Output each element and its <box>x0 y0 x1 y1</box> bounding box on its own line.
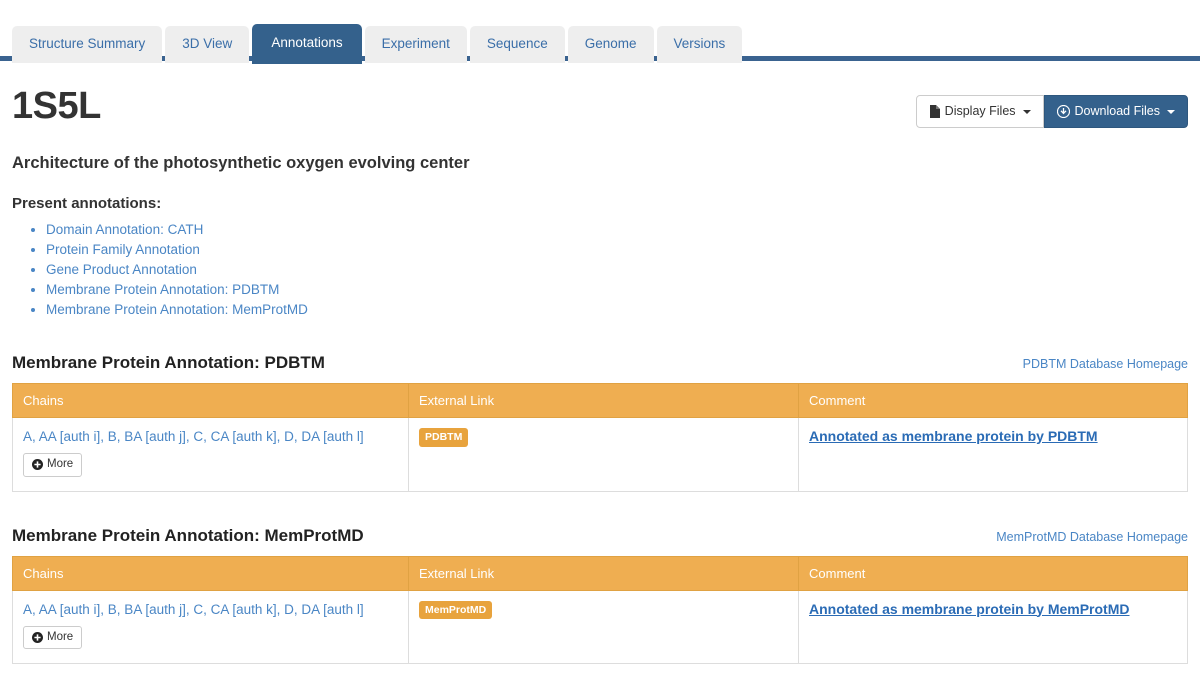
chains-value: A, AA [auth i], B, BA [auth j], C, CA [a… <box>23 429 364 444</box>
tab-sequence[interactable]: Sequence <box>469 26 565 63</box>
table-header-row: Chains External Link Comment <box>12 555 1188 591</box>
more-chains-button[interactable]: More <box>23 625 83 649</box>
chains-value: A, AA [auth i], B, BA [auth j], C, CA [a… <box>23 601 364 617</box>
tab-genome[interactable]: Genome <box>567 26 654 63</box>
list-item: Gene Product Annotation <box>46 260 1188 279</box>
cell-chains: A, AA [auth i], B, BA [auth j], C, CA [a… <box>12 589 409 664</box>
more-chains-button[interactable]: More <box>23 453 83 477</box>
page-title: 1S5L <box>12 85 101 127</box>
download-files-button[interactable]: Download Files <box>1043 95 1188 128</box>
list-item: Domain Annotation: CATH <box>46 220 1188 239</box>
display-files-label: Display Files <box>944 104 1016 119</box>
annotation-link-gene-product[interactable]: Gene Product Annotation <box>46 262 197 277</box>
tab-bar: Structure Summary 3D View Annotations Ex… <box>0 0 1200 64</box>
cell-comment: Annotated as membrane protein by PDBTM <box>798 417 1188 492</box>
page-content: 1S5L Display Files Download Files Archit… <box>0 87 1200 664</box>
present-annotations-heading: Present annotations: <box>12 195 162 212</box>
cell-external-link: MemProtMD <box>408 589 799 664</box>
cell-chains: A, AA [auth i], B, BA [auth j], C, CA [a… <box>12 417 409 492</box>
tab-3d-view[interactable]: 3D View <box>165 26 250 63</box>
comment-link[interactable]: Annotated as membrane protein by PDBTM <box>809 428 1098 444</box>
pdbtm-annotation-section: Membrane Protein Annotation: PDBTM PDBTM… <box>12 353 1188 492</box>
file-icon <box>929 105 940 118</box>
plus-circle-icon <box>32 631 43 643</box>
download-circle-icon <box>1056 104 1070 119</box>
memprotmd-database-homepage-link[interactable]: MemProtMD Database Homepage <box>996 530 1188 544</box>
display-files-button[interactable]: Display Files <box>915 95 1044 128</box>
column-header-chains: Chains <box>12 383 409 418</box>
annotation-link-cath[interactable]: Domain Annotation: CATH <box>46 222 203 237</box>
memprotmd-section-header: Membrane Protein Annotation: MemProtMD M… <box>12 526 1188 546</box>
plus-circle-icon <box>32 459 43 471</box>
column-header-chains: Chains <box>12 555 409 591</box>
list-item: Protein Family Annotation <box>46 240 1188 259</box>
column-header-comment: Comment <box>798 383 1188 418</box>
table-row: A, AA [auth i], B, BA [auth j], C, CA [a… <box>12 417 1188 492</box>
download-files-label: Download Files <box>1074 104 1160 119</box>
file-action-button-group: Display Files Download Files <box>915 95 1188 128</box>
annotation-link-memprotmd[interactable]: Membrane Protein Annotation: MemProtMD <box>46 302 308 317</box>
more-button-label: More <box>47 458 74 470</box>
tab-annotations[interactable]: Annotations <box>252 24 362 64</box>
comment-link[interactable]: Annotated as membrane protein by MemProt… <box>809 601 1130 617</box>
column-header-external-link: External Link <box>408 555 799 591</box>
memprotmd-annotation-section: Membrane Protein Annotation: MemProtMD M… <box>12 526 1188 665</box>
pdbtm-section-title: Membrane Protein Annotation: PDBTM <box>12 353 325 372</box>
present-annotations-list: Domain Annotation: CATH Protein Family A… <box>12 220 1188 319</box>
external-link-badge[interactable]: PDBTM <box>419 428 469 447</box>
tab-structure-summary[interactable]: Structure Summary <box>12 26 163 63</box>
title-row: 1S5L Display Files Download Files <box>12 87 1188 128</box>
list-item: Membrane Protein Annotation: MemProtMD <box>46 300 1188 319</box>
tab-versions[interactable]: Versions <box>656 26 743 63</box>
cell-comment: Annotated as membrane protein by MemProt… <box>798 589 1188 664</box>
cell-external-link: PDBTM <box>408 417 799 492</box>
pdbtm-annotation-table: Chains External Link Comment A, AA [auth… <box>12 383 1188 492</box>
more-button-label: More <box>47 630 74 643</box>
external-link-badge[interactable]: MemProtMD <box>419 600 493 619</box>
column-header-comment: Comment <box>798 555 1188 591</box>
memprotmd-annotation-table: Chains External Link Comment A, AA [auth… <box>12 555 1188 665</box>
tab-list: Structure Summary 3D View Annotations Ex… <box>12 22 1200 64</box>
memprotmd-section-title: Membrane Protein Annotation: MemProtMD <box>12 525 364 545</box>
chevron-down-icon <box>1167 109 1175 114</box>
table-row: A, AA [auth i], B, BA [auth j], C, CA [a… <box>12 589 1188 664</box>
structure-title: Architecture of the photosynthetic oxyge… <box>12 154 470 172</box>
pdbtm-database-homepage-link[interactable]: PDBTM Database Homepage <box>1023 357 1188 371</box>
list-item: Membrane Protein Annotation: PDBTM <box>46 280 1188 299</box>
table-header-row: Chains External Link Comment <box>12 383 1188 418</box>
annotation-link-pdbtm[interactable]: Membrane Protein Annotation: PDBTM <box>46 282 279 297</box>
pdbtm-section-header: Membrane Protein Annotation: PDBTM PDBTM… <box>12 353 1188 373</box>
column-header-external-link: External Link <box>408 383 799 418</box>
chevron-down-icon <box>1022 109 1031 114</box>
tab-experiment[interactable]: Experiment <box>364 26 467 63</box>
annotation-link-protein-family[interactable]: Protein Family Annotation <box>46 242 200 257</box>
